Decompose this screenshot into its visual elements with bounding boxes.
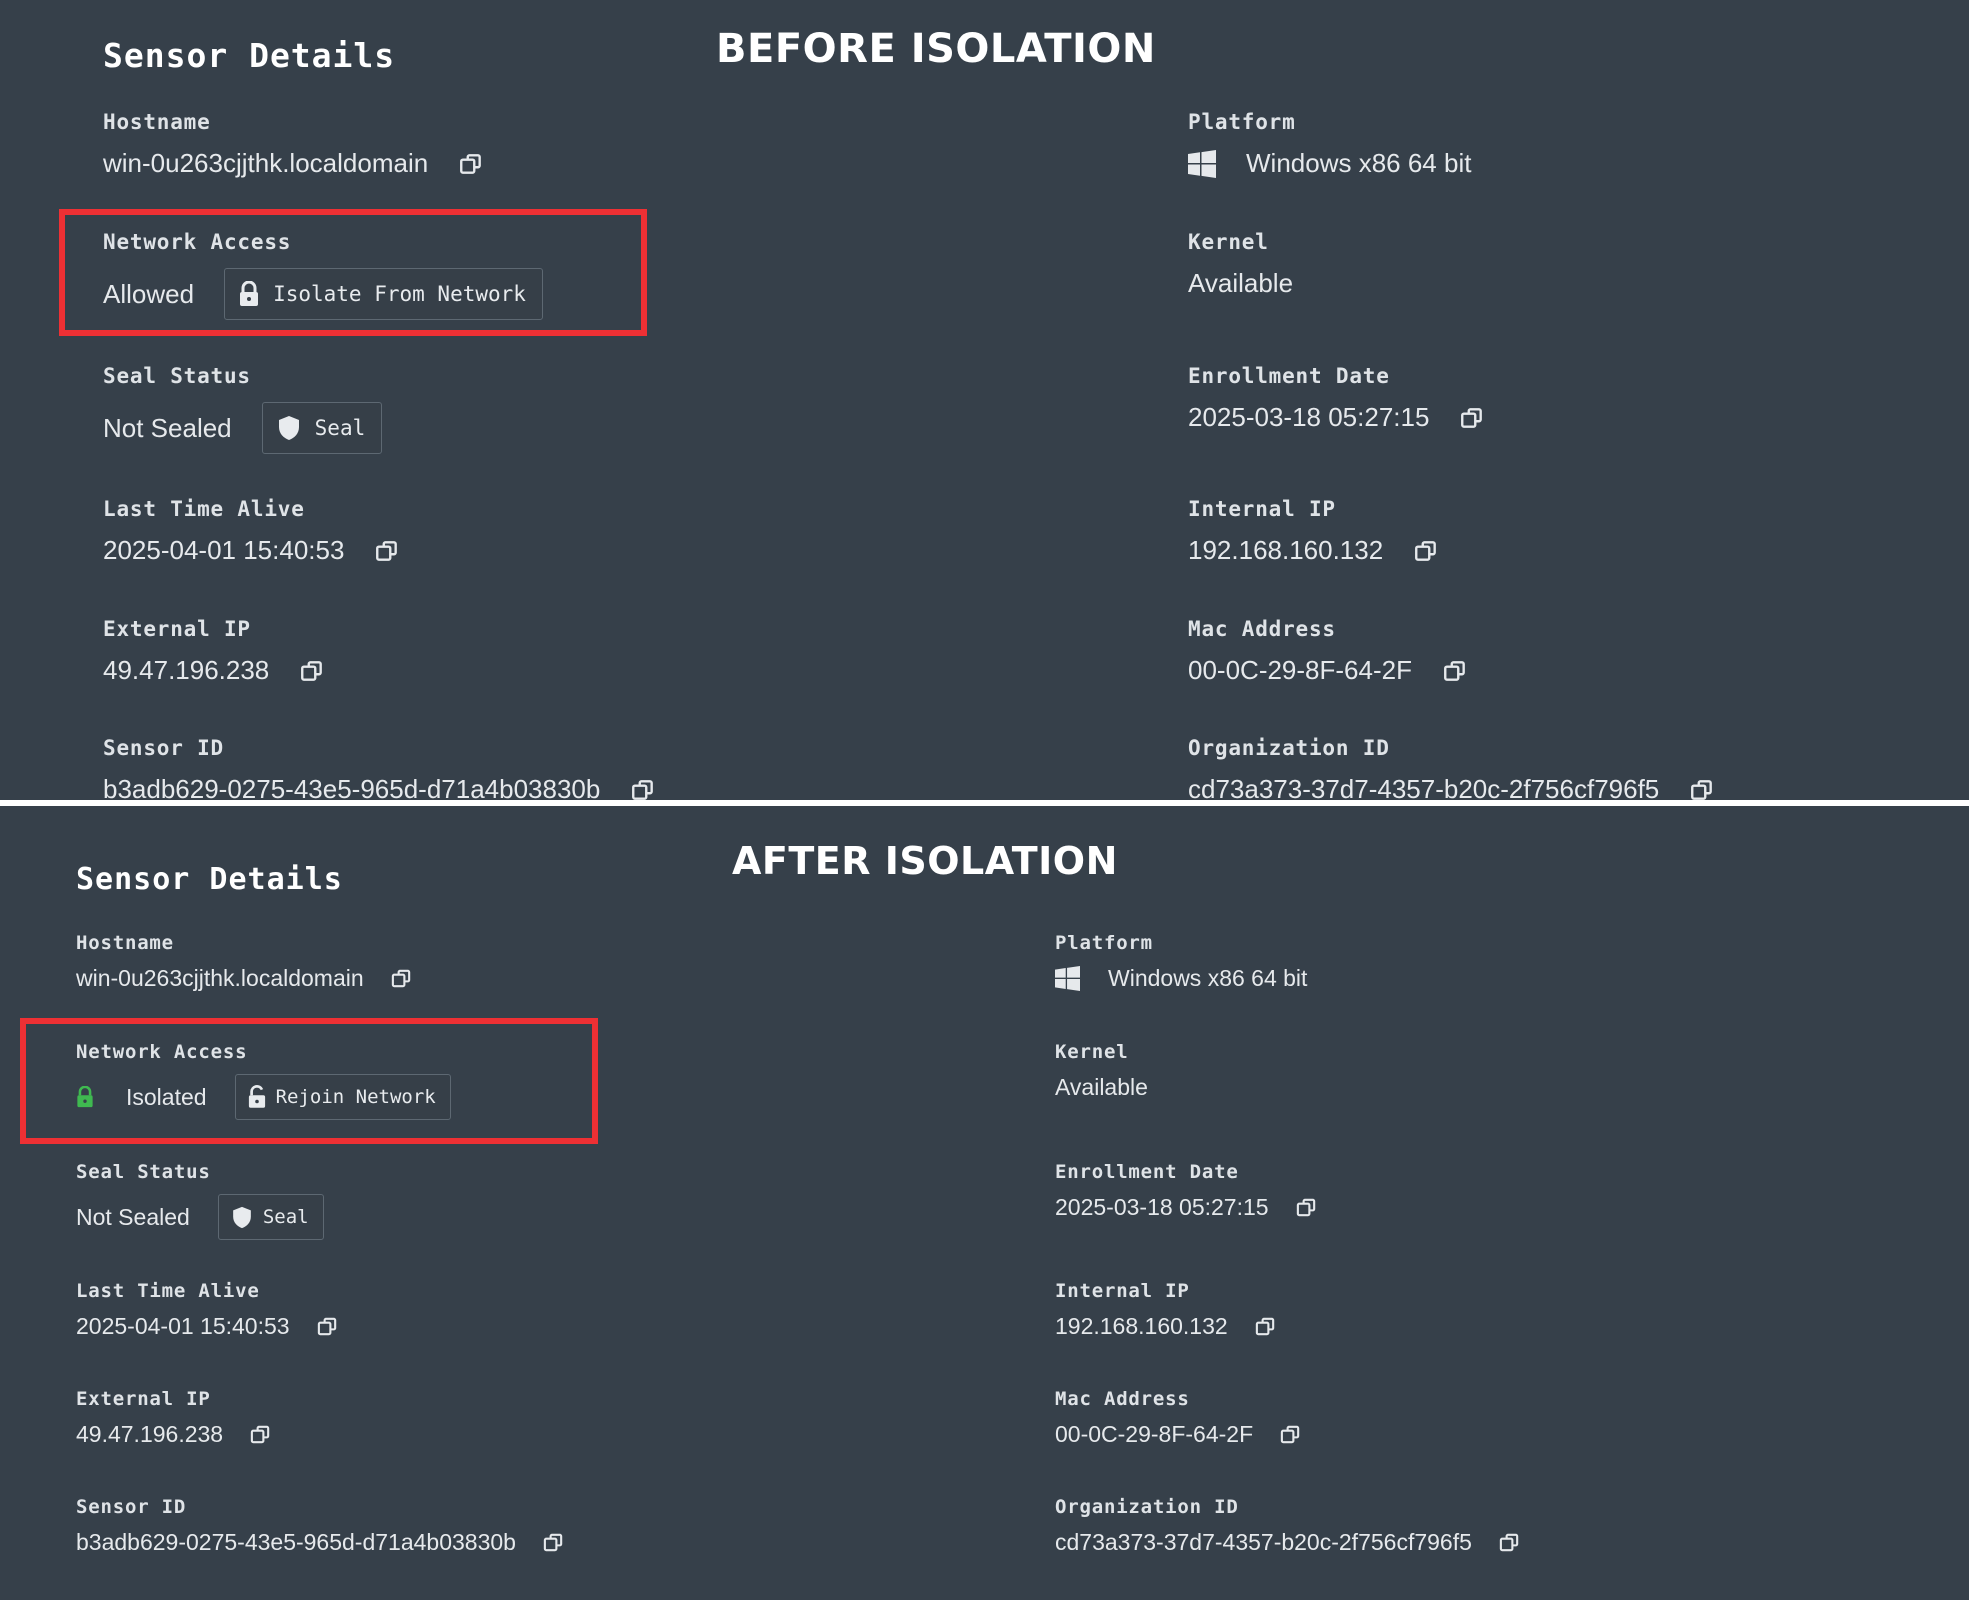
external-ip-field: External IP 49.47.196.238 (103, 617, 325, 686)
enrollment-date-value: 2025-03-18 05:27:15 (1188, 402, 1430, 432)
copy-last-time-alive-icon[interactable] (374, 538, 400, 564)
platform-value: Windows x86 64 bit (1108, 965, 1308, 991)
platform-label: Platform (1055, 932, 1153, 954)
kernel-label: Kernel (1188, 230, 1269, 254)
mac-address-value: 00-0C-29-8F-64-2F (1055, 1421, 1254, 1447)
copy-hostname-icon[interactable] (458, 151, 484, 177)
copy-organization-id-icon[interactable] (1498, 1531, 1521, 1554)
copy-last-time-alive-icon[interactable] (316, 1315, 339, 1338)
hostname-field: Hostname win-0u263cjjthk.localdomain (103, 110, 484, 179)
windows-logo-icon (1188, 149, 1216, 178)
seal-button-label: Seal (314, 416, 366, 440)
enrollment-date-label: Enrollment Date (1188, 364, 1390, 388)
organization-id-label: Organization ID (1055, 1496, 1239, 1518)
seal-status-label: Seal Status (76, 1161, 211, 1183)
last-time-alive-field: Last Time Alive 2025-04-01 15:40:53 (103, 497, 400, 566)
internal-ip-value: 192.168.160.132 (1188, 535, 1384, 565)
after-isolation-panel: AFTER ISOLATION Sensor Details Hostname … (0, 806, 1969, 1600)
platform-value: Windows x86 64 bit (1246, 148, 1472, 178)
mac-address-field: Mac Address 00-0C-29-8F-64-2F (1188, 617, 1468, 686)
seal-status-field: Seal Status Not Sealed Seal (76, 1161, 324, 1240)
seal-button[interactable]: Seal (261, 402, 383, 454)
copy-mac-address-icon[interactable] (1442, 658, 1468, 684)
section-title: Sensor Details (76, 862, 343, 897)
hostname-label: Hostname (103, 110, 211, 134)
sensor-id-value: b3adb629-0275-43e5-965d-d71a4b03830b (76, 1529, 516, 1555)
copy-hostname-icon[interactable] (390, 967, 413, 990)
before-isolation-panel: BEFORE ISOLATION Sensor Details Hostname… (0, 0, 1969, 804)
external-ip-label: External IP (103, 617, 251, 641)
copy-organization-id-icon[interactable] (1689, 777, 1715, 803)
hostname-value: win-0u263cjjthk.localdomain (76, 965, 364, 991)
seal-status-label: Seal Status (103, 364, 251, 388)
copy-enrollment-date-icon[interactable] (1295, 1196, 1318, 1219)
before-isolation-banner: BEFORE ISOLATION (716, 26, 1156, 72)
hostname-value: win-0u263cjjthk.localdomain (103, 148, 429, 178)
sensor-id-label: Sensor ID (103, 736, 224, 760)
organization-id-value: cd73a373-37d7-4357-b20c-2f756cf796f5 (1055, 1529, 1472, 1555)
external-ip-value: 49.47.196.238 (103, 655, 270, 685)
internal-ip-label: Internal IP (1188, 497, 1336, 521)
enrollment-date-field: Enrollment Date 2025-03-18 05:27:15 (1188, 364, 1485, 433)
copy-external-ip-icon[interactable] (249, 1423, 272, 1446)
external-ip-value: 49.47.196.238 (76, 1421, 224, 1447)
hostname-field: Hostname win-0u263cjjthk.localdomain (76, 932, 413, 992)
network-access-highlight (20, 1018, 598, 1144)
copy-sensor-id-icon[interactable] (630, 777, 656, 803)
enrollment-date-label: Enrollment Date (1055, 1161, 1239, 1183)
mac-address-value: 00-0C-29-8F-64-2F (1188, 655, 1412, 685)
last-time-alive-label: Last Time Alive (103, 497, 305, 521)
sensor-id-field: Sensor ID b3adb629-0275-43e5-965d-d71a4b… (103, 736, 656, 805)
last-time-alive-field: Last Time Alive 2025-04-01 15:40:53 (76, 1280, 339, 1340)
copy-external-ip-icon[interactable] (299, 658, 325, 684)
hostname-label: Hostname (76, 932, 174, 954)
kernel-field: Kernel Available (1188, 230, 1293, 299)
copy-sensor-id-icon[interactable] (542, 1531, 565, 1554)
copy-internal-ip-icon[interactable] (1413, 538, 1439, 564)
seal-button-label: Seal (262, 1206, 309, 1228)
organization-id-field: Organization ID cd73a373-37d7-4357-b20c-… (1188, 736, 1715, 805)
platform-label: Platform (1188, 110, 1296, 134)
platform-field: Platform Windows x86 64 bit (1055, 932, 1307, 992)
mac-address-field: Mac Address 00-0C-29-8F-64-2F (1055, 1388, 1302, 1448)
internal-ip-field: Internal IP 192.168.160.132 (1188, 497, 1439, 566)
internal-ip-label: Internal IP (1055, 1280, 1190, 1302)
section-title: Sensor Details (103, 36, 396, 75)
kernel-field: Kernel Available (1055, 1041, 1148, 1101)
kernel-value: Available (1188, 268, 1294, 298)
mac-address-label: Mac Address (1055, 1388, 1190, 1410)
kernel-label: Kernel (1055, 1041, 1129, 1063)
seal-status-field: Seal Status Not Sealed Seal (103, 364, 383, 454)
copy-mac-address-icon[interactable] (1279, 1423, 1302, 1446)
after-isolation-banner: AFTER ISOLATION (732, 839, 1118, 883)
sensor-id-field: Sensor ID b3adb629-0275-43e5-965d-d71a4b… (76, 1496, 565, 1556)
sensor-id-label: Sensor ID (76, 1496, 187, 1518)
kernel-value: Available (1055, 1074, 1148, 1100)
last-time-alive-value: 2025-04-01 15:40:53 (103, 535, 345, 565)
seal-button[interactable]: Seal (217, 1194, 324, 1240)
external-ip-field: External IP 49.47.196.238 (76, 1388, 272, 1448)
seal-status-value: Not Sealed (76, 1203, 190, 1230)
copy-enrollment-date-icon[interactable] (1459, 405, 1485, 431)
network-access-highlight (59, 209, 647, 336)
last-time-alive-value: 2025-04-01 15:40:53 (76, 1313, 290, 1339)
organization-id-field: Organization ID cd73a373-37d7-4357-b20c-… (1055, 1496, 1521, 1556)
enrollment-date-value: 2025-03-18 05:27:15 (1055, 1194, 1269, 1220)
internal-ip-field: Internal IP 192.168.160.132 (1055, 1280, 1277, 1340)
internal-ip-value: 192.168.160.132 (1055, 1313, 1228, 1339)
enrollment-date-field: Enrollment Date 2025-03-18 05:27:15 (1055, 1161, 1318, 1221)
copy-internal-ip-icon[interactable] (1254, 1315, 1277, 1338)
platform-field: Platform Windows x86 64 bit (1188, 110, 1471, 179)
seal-status-value: Not Sealed (103, 412, 232, 443)
windows-logo-icon (1055, 966, 1080, 991)
organization-id-label: Organization ID (1188, 736, 1390, 760)
external-ip-label: External IP (76, 1388, 211, 1410)
shield-icon (231, 1206, 253, 1229)
last-time-alive-label: Last Time Alive (76, 1280, 260, 1302)
mac-address-label: Mac Address (1188, 617, 1336, 641)
shield-icon (277, 415, 301, 441)
